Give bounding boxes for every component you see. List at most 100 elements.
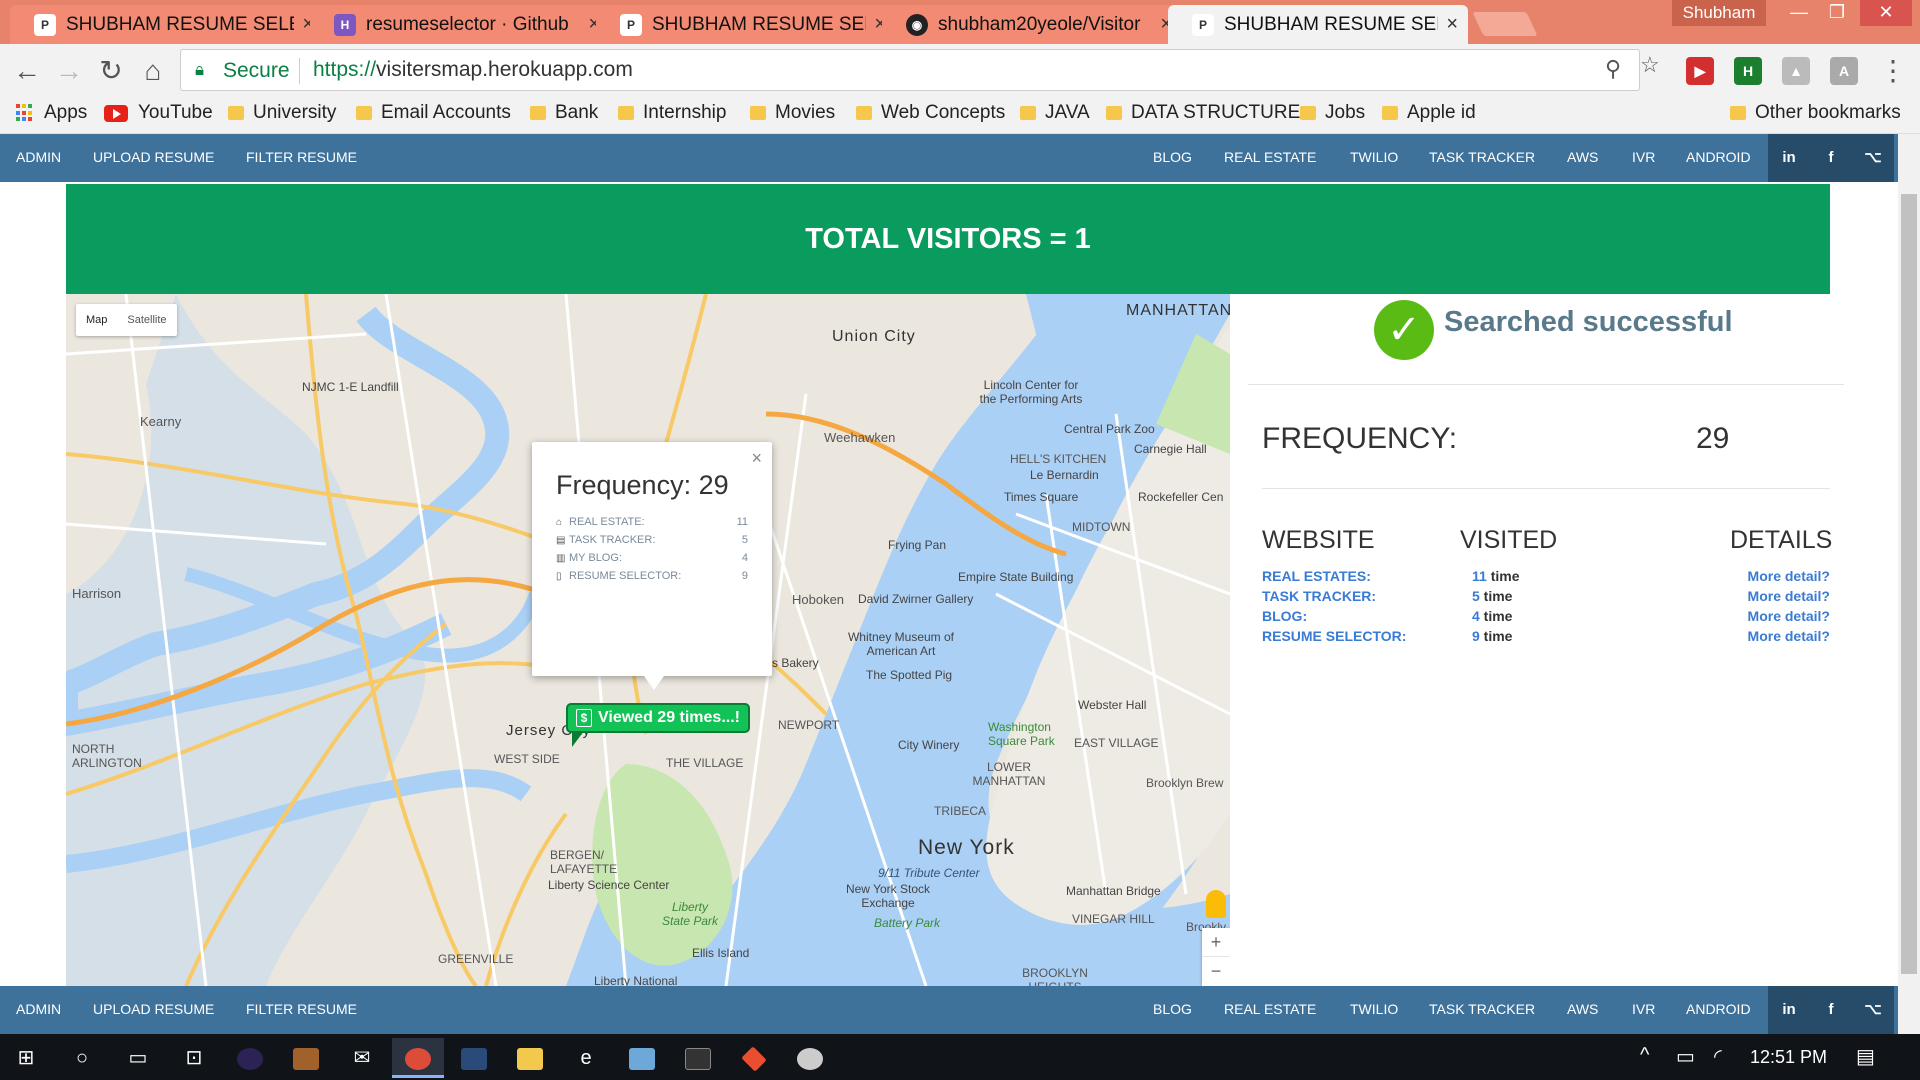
zoom-in-button[interactable]: + (1202, 928, 1230, 957)
linkedin-icon[interactable]: in (1768, 134, 1810, 182)
more-detail-link[interactable]: More detail? (1748, 588, 1830, 604)
task-view-icon[interactable]: ▭ (112, 1038, 164, 1078)
other-bookmarks[interactable]: Other bookmarks (1730, 102, 1901, 124)
close-window-icon[interactable]: ✕ (1860, 0, 1912, 26)
visitor-marker[interactable]: $ Viewed 29 times...! (566, 703, 750, 747)
app-icon[interactable] (784, 1038, 836, 1078)
wifi-icon[interactable]: ◜ (1714, 1044, 1722, 1069)
edge-icon[interactable]: e (560, 1038, 612, 1078)
battery-icon[interactable]: ▭ (1676, 1044, 1695, 1069)
zoom-icon[interactable]: ⚲ (1605, 56, 1621, 82)
close-icon[interactable]: × (751, 448, 762, 469)
mail-icon[interactable]: ✉ (336, 1038, 388, 1078)
sublime-icon[interactable] (280, 1038, 332, 1078)
nav-task-tracker[interactable]: TASK TRACKER (1429, 149, 1535, 165)
notepad-icon[interactable] (616, 1038, 668, 1078)
start-icon[interactable]: ⊞ (0, 1038, 52, 1078)
bookmark-folder[interactable]: Internship (618, 102, 726, 124)
page-scrollbar[interactable] (1898, 134, 1920, 1034)
address-bar[interactable]: 🔒︎ Secure https://visitersmap.herokuapp.… (180, 49, 1640, 91)
folder-icon (1382, 106, 1398, 120)
more-detail-link[interactable]: More detail? (1748, 628, 1830, 644)
nav-upload-resume[interactable]: UPLOAD RESUME (93, 149, 214, 165)
file-explorer-icon[interactable] (504, 1038, 556, 1078)
notifications-icon[interactable]: ▤ (1856, 1044, 1875, 1069)
nav-real-estate[interactable]: REAL ESTATE (1224, 149, 1316, 165)
bookmark-folder[interactable]: Jobs (1300, 102, 1365, 124)
cortana-icon[interactable]: ○ (56, 1038, 108, 1078)
terminal-icon[interactable] (672, 1038, 724, 1078)
nav-real-estate[interactable]: REAL ESTATE (1224, 1001, 1316, 1017)
back-icon[interactable]: ← (10, 54, 44, 88)
profile-button[interactable]: Shubham (1672, 0, 1766, 26)
extension-icon[interactable]: ▶ (1686, 57, 1714, 85)
nav-blog[interactable]: BLOG (1153, 149, 1192, 165)
facebook-icon[interactable]: f (1810, 986, 1852, 1034)
visitor-map[interactable]: MANHATTAN Union City NJMC 1-E Landfill K… (66, 294, 1230, 986)
bookmark-youtube[interactable]: YouTube (104, 102, 213, 124)
nav-task-tracker[interactable]: TASK TRACKER (1429, 1001, 1535, 1017)
bookmark-folder[interactable]: Email Accounts (356, 102, 511, 124)
extension-icon[interactable]: A (1830, 57, 1858, 85)
browser-tab[interactable]: H resumeselector · Github × (310, 5, 610, 44)
visual-studio-icon[interactable] (448, 1038, 500, 1078)
eclipse-icon[interactable] (224, 1038, 276, 1078)
map-type-satellite-button[interactable]: Satellite (117, 304, 176, 336)
close-tab-icon[interactable]: × (1446, 13, 1458, 36)
clock[interactable]: 12:51 PM (1750, 1047, 1827, 1068)
nav-twilio[interactable]: TWILIO (1350, 1001, 1398, 1017)
forward-icon[interactable]: → (52, 54, 86, 88)
minimize-icon[interactable]: — (1780, 0, 1818, 26)
github-icon[interactable]: ⌥ (1852, 986, 1894, 1034)
extension-icon[interactable]: H (1734, 57, 1762, 85)
new-tab-button[interactable] (1472, 12, 1538, 36)
bookmark-label: Other bookmarks (1755, 102, 1901, 123)
nav-filter-resume[interactable]: FILTER RESUME (246, 149, 357, 165)
home-icon[interactable]: ⌂ (136, 54, 170, 88)
chrome-icon[interactable] (392, 1038, 444, 1078)
zoom-out-button[interactable]: − (1202, 957, 1230, 986)
github-icon[interactable]: ⌥ (1852, 134, 1894, 182)
restore-icon[interactable]: ❐ (1818, 0, 1856, 26)
bookmark-apps[interactable]: Apps (16, 102, 87, 124)
nav-aws[interactable]: AWS (1567, 149, 1598, 165)
browser-tab[interactable]: P SHUBHAM RESUME SELE × (596, 5, 896, 44)
more-detail-link[interactable]: More detail? (1748, 608, 1830, 624)
bookmark-folder[interactable]: University (228, 102, 336, 124)
bookmark-folder[interactable]: Web Concepts (856, 102, 1005, 124)
store-icon[interactable]: ⊡ (168, 1038, 220, 1078)
browser-tab-active[interactable]: P SHUBHAM RESUME SELE × (1168, 5, 1468, 44)
scroll-thumb[interactable] (1901, 194, 1917, 974)
nav-twilio[interactable]: TWILIO (1350, 149, 1398, 165)
tray-chevron-icon[interactable]: ^ (1640, 1044, 1649, 1067)
facebook-icon[interactable]: f (1810, 134, 1852, 182)
map-type-map-button[interactable]: Map (76, 304, 117, 336)
nav-aws[interactable]: AWS (1567, 1001, 1598, 1017)
browser-tab[interactable]: ◉ shubham20yeole/Visitor × (882, 5, 1182, 44)
nav-admin[interactable]: ADMIN (16, 149, 61, 165)
table-row: BLOG: 4 time More detail? (1262, 608, 1830, 628)
nav-ivr[interactable]: IVR (1632, 1001, 1655, 1017)
street-view-icon[interactable] (1206, 890, 1226, 918)
menu-icon[interactable]: ⋮ (1876, 54, 1910, 88)
browser-tab[interactable]: P SHUBHAM RESUME SELE × (10, 5, 324, 44)
bookmark-folder[interactable]: JAVA (1020, 102, 1090, 124)
url-text[interactable]: https://visitersmap.herokuapp.com (313, 58, 633, 82)
nav-ivr[interactable]: IVR (1632, 149, 1655, 165)
nav-admin[interactable]: ADMIN (16, 1001, 61, 1017)
bookmark-folder[interactable]: Bank (530, 102, 598, 124)
drive-icon[interactable]: ▲ (1782, 57, 1810, 85)
git-icon[interactable] (728, 1038, 780, 1078)
nav-android[interactable]: ANDROID (1686, 1001, 1751, 1017)
bookmark-star-icon[interactable]: ☆ (1640, 52, 1660, 78)
nav-blog[interactable]: BLOG (1153, 1001, 1192, 1017)
nav-upload-resume[interactable]: UPLOAD RESUME (93, 1001, 214, 1017)
reload-icon[interactable]: ↻ (94, 54, 128, 88)
nav-android[interactable]: ANDROID (1686, 149, 1751, 165)
linkedin-icon[interactable]: in (1768, 986, 1810, 1034)
bookmark-folder[interactable]: Movies (750, 102, 835, 124)
more-detail-link[interactable]: More detail? (1748, 568, 1830, 584)
nav-filter-resume[interactable]: FILTER RESUME (246, 1001, 357, 1017)
bookmark-folder[interactable]: DATA STRUCTURE (1106, 102, 1300, 124)
bookmark-folder[interactable]: Apple id (1382, 102, 1476, 124)
